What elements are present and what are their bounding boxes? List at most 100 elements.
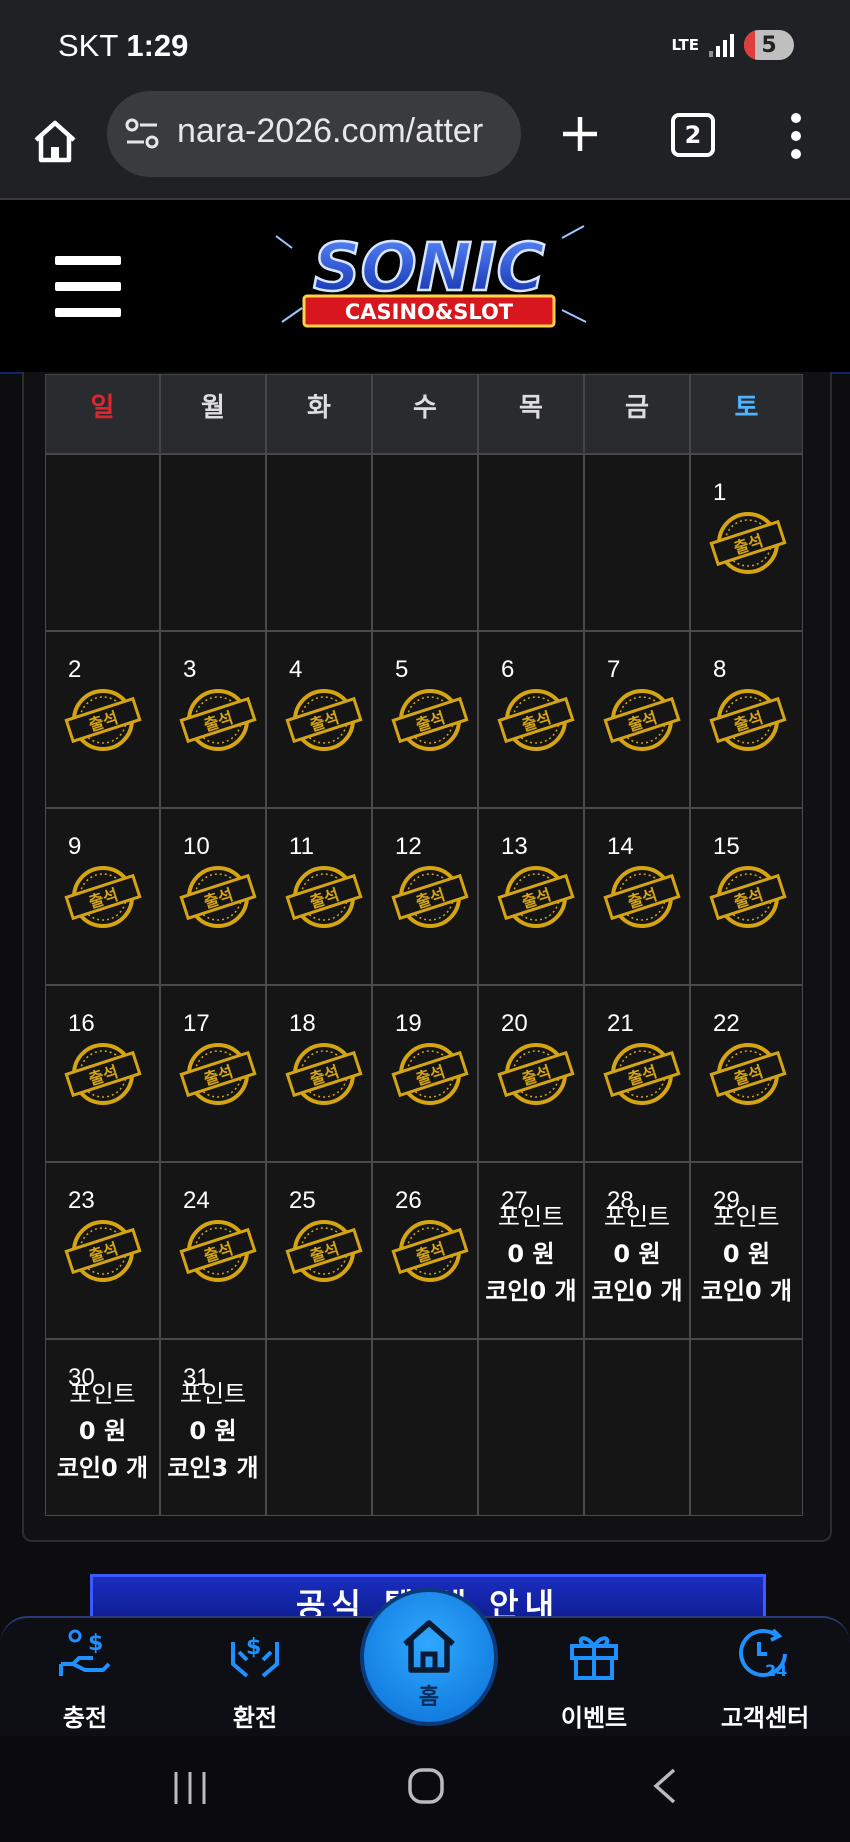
day-number: 12 [395,833,422,860]
day-number: 10 [183,833,210,860]
attendance-stamp-icon: 출석 [179,866,257,928]
attendance-stamp-icon: 출석 [709,1043,787,1105]
weekday-6: 토 [690,374,803,454]
clock-time: 1:29 [126,28,189,63]
calendar-empty-cell [160,454,266,631]
attendance-stamp-icon: 출석 [709,866,787,928]
day-number: 24 [183,1187,210,1214]
nav-support[interactable]: 24 고객센터 [705,1624,825,1733]
back-icon[interactable] [648,1766,682,1806]
calendar-week: 16 출석 17 출석 18 출석 19 출석 20 출석 21 출석 22 출석 [45,985,803,1162]
calendar-week: 1 출석 [45,454,803,631]
attendance-stamp-icon: 출석 [64,689,142,751]
nav-home-button[interactable]: 홈 [360,1588,498,1726]
day-number: 25 [289,1187,316,1214]
calendar-day: 31 포인트 0 원 코인3 개 [160,1339,266,1516]
nav-event-label: 이벤트 [560,1704,628,1732]
attendance-stamp-icon: 출석 [285,689,363,751]
daily-reward-summary: 포인트 0 원 코인0 개 [585,1199,689,1310]
calendar-day: 5 출석 [372,631,478,808]
battery-icon: 5 [744,30,794,60]
recent-apps-icon[interactable] [170,1768,210,1808]
system-nav-bar [0,1736,850,1842]
calendar-day: 17 출석 [160,985,266,1162]
weekday-header: 일월화수목금토 [45,374,803,454]
home-system-icon[interactable] [406,1766,446,1806]
points-label: 포인트 [603,1203,671,1231]
calendar-day: 15 출석 [690,808,803,985]
nav-event[interactable]: 이벤트 [534,1624,654,1733]
day-number: 23 [68,1187,95,1214]
more-menu-icon[interactable] [790,112,802,160]
calendar-day: 24 출석 [160,1162,266,1339]
day-number: 11 [289,833,314,860]
calendar-day: 29 포인트 0 원 코인0 개 [690,1162,803,1339]
calendar-day: 9 출석 [45,808,160,985]
gift-icon [570,1636,618,1680]
carrier-name: SKT [58,28,118,63]
browser-home-icon[interactable] [30,116,80,166]
calendar-day: 26 출석 [372,1162,478,1339]
weekday-2: 화 [266,374,372,454]
status-bar: SKT 1:29 LTE 5 [0,0,850,88]
coins-value: 코인3 개 [167,1454,259,1482]
site-settings-icon[interactable] [123,115,161,153]
day-number: 18 [289,1010,316,1037]
calendar-day: 13 출석 [478,808,584,985]
points-label: 포인트 [497,1203,565,1231]
tab-switcher-button[interactable]: 2 [671,113,715,157]
calendar-week: 9 출석 10 출석 11 출석 12 출석 13 출석 14 출석 15 출석 [45,808,803,985]
day-number: 5 [395,656,409,683]
daily-reward-summary: 포인트 0 원 코인0 개 [46,1376,159,1487]
attendance-stamp-icon: 출석 [391,689,469,751]
calendar-day: 14 출석 [584,808,690,985]
nav-home-label: 홈 [418,1685,440,1710]
calendar-empty-cell [478,454,584,631]
new-tab-icon[interactable] [560,114,600,154]
day-number: 3 [183,656,197,683]
calendar-day: 28 포인트 0 원 코인0 개 [584,1162,690,1339]
day-number: 9 [68,833,82,860]
day-number: 22 [713,1010,740,1037]
hamburger-menu-icon[interactable] [55,256,121,317]
calendar-day: 19 출석 [372,985,478,1162]
address-bar[interactable]: nara-2026.com/atter [107,91,521,177]
svg-text:$: $ [88,1631,103,1656]
day-number: 6 [501,656,515,683]
attendance-stamp-icon: 출석 [64,1220,142,1282]
attendance-stamp-icon: 출석 [64,866,142,928]
exchange-icon: $ [231,1635,279,1678]
coins-value: 코인0 개 [700,1277,793,1305]
daily-reward-summary: 포인트 0 원 코인3 개 [161,1376,265,1487]
nav-exchange[interactable]: $ 환전 [195,1624,315,1733]
nav-charge[interactable]: $ 충전 [25,1624,145,1733]
points-value: 0 원 [78,1417,127,1445]
calendar-day: 4 출석 [266,631,372,808]
day-number: 7 [607,656,621,683]
calendar-day: 27 포인트 0 원 코인0 개 [478,1162,584,1339]
calendar-day: 8 출석 [690,631,803,808]
calendar-day: 12 출석 [372,808,478,985]
day-number: 13 [501,833,528,860]
calendar-day: 10 출석 [160,808,266,985]
battery-level: 5 [761,33,777,58]
attendance-stamp-icon: 출석 [179,689,257,751]
attendance-stamp-icon: 출석 [497,1043,575,1105]
calendar-day: 21 출석 [584,985,690,1162]
attendance-stamp-icon: 출석 [285,1220,363,1282]
day-number: 19 [395,1010,422,1037]
signal-icon [709,33,734,57]
day-number: 2 [68,656,82,683]
weekday-0: 일 [45,374,160,454]
sonic-logo[interactable]: SONIC CASINO&SLOT [262,218,597,338]
day-number: 1 [713,479,727,506]
attendance-calendar: 일월화수목금토 1 출석 2 출석 3 출석 4 출석 5 출석 6 출석 7 출석 8 출석 9 출석 10 출석 1… [45,374,803,1516]
calendar-day: 25 출석 [266,1162,372,1339]
attendance-stamp-icon: 출석 [285,866,363,928]
weekday-3: 수 [372,374,478,454]
calendar-day: 7 출석 [584,631,690,808]
calendar-empty-cell [690,1339,803,1516]
attendance-stamp-icon: 출석 [709,512,787,574]
points-value: 0 원 [613,1240,661,1268]
calendar-empty-cell [584,454,690,631]
